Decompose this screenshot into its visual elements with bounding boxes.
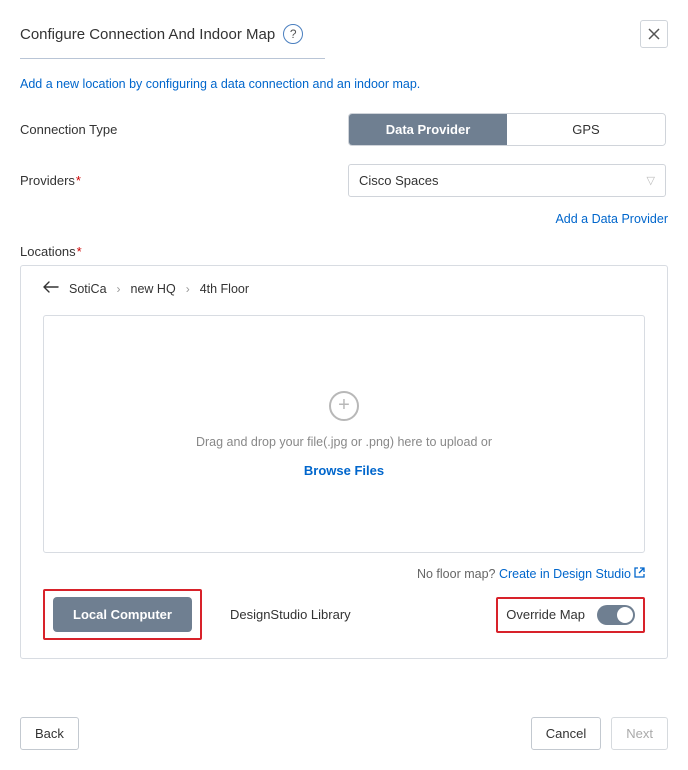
highlight-local-computer: Local Computer bbox=[43, 589, 202, 640]
locations-panel: SotiCa › new HQ › 4th Floor + Drag and d… bbox=[20, 265, 668, 659]
help-icon[interactable]: ? bbox=[283, 24, 303, 44]
override-map-label: Override Map bbox=[506, 607, 585, 622]
tab-designstudio-library[interactable]: DesignStudio Library bbox=[230, 607, 351, 622]
close-button[interactable] bbox=[640, 20, 668, 48]
dialog-description: Add a new location by configuring a data… bbox=[20, 77, 668, 91]
segment-data-provider[interactable]: Data Provider bbox=[349, 114, 507, 145]
breadcrumb: SotiCa › new HQ › 4th Floor bbox=[43, 280, 645, 297]
chevron-down-icon: ▽ bbox=[647, 174, 655, 187]
providers-select[interactable]: Cisco Spaces ▽ bbox=[348, 164, 666, 197]
providers-label: Providers* bbox=[20, 173, 348, 188]
upload-dropzone[interactable]: + Drag and drop your file(.jpg or .png) … bbox=[43, 315, 645, 553]
title-underline bbox=[20, 58, 325, 59]
breadcrumb-item[interactable]: 4th Floor bbox=[200, 282, 249, 296]
breadcrumb-item[interactable]: SotiCa bbox=[69, 282, 107, 296]
required-indicator: * bbox=[76, 173, 81, 188]
tab-local-computer[interactable]: Local Computer bbox=[53, 597, 192, 632]
segment-gps[interactable]: GPS bbox=[507, 114, 665, 145]
cancel-button[interactable]: Cancel bbox=[531, 717, 601, 750]
add-data-provider-link[interactable]: Add a Data Provider bbox=[555, 212, 668, 226]
override-map-toggle[interactable] bbox=[597, 605, 635, 625]
connection-type-label: Connection Type bbox=[20, 122, 348, 137]
browse-files-link[interactable]: Browse Files bbox=[304, 463, 384, 478]
next-button[interactable]: Next bbox=[611, 717, 668, 750]
no-floor-row: No floor map? Create in Design Studio bbox=[43, 567, 645, 581]
dialog-title: Configure Connection And Indoor Map bbox=[20, 26, 275, 43]
required-indicator: * bbox=[77, 244, 82, 259]
breadcrumb-item[interactable]: new HQ bbox=[131, 282, 176, 296]
providers-selected-value: Cisco Spaces bbox=[359, 173, 438, 188]
back-button[interactable]: Back bbox=[20, 717, 79, 750]
toggle-knob bbox=[617, 607, 633, 623]
connection-type-segmented: Data Provider GPS bbox=[348, 113, 666, 146]
chevron-right-icon: › bbox=[186, 282, 190, 296]
create-design-studio-link[interactable]: Create in Design Studio bbox=[499, 567, 645, 581]
breadcrumb-back-icon[interactable] bbox=[43, 280, 59, 297]
upload-hint: Drag and drop your file(.jpg or .png) he… bbox=[196, 435, 492, 449]
highlight-override-map: Override Map bbox=[496, 597, 645, 633]
plus-icon[interactable]: + bbox=[329, 391, 359, 421]
locations-label: Locations* bbox=[20, 244, 668, 259]
chevron-right-icon: › bbox=[117, 282, 121, 296]
no-floor-text: No floor map? bbox=[417, 567, 496, 581]
external-link-icon bbox=[634, 567, 645, 581]
close-icon bbox=[648, 28, 660, 40]
